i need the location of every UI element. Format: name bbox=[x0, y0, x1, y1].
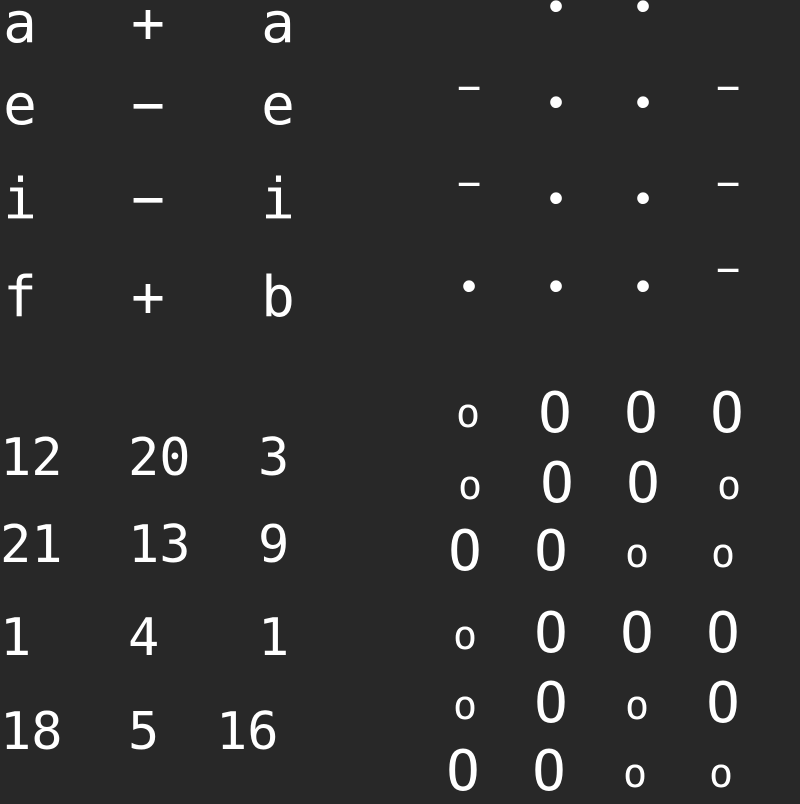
circle-cell: o bbox=[455, 391, 481, 437]
circle-cell: o bbox=[710, 531, 736, 577]
circle-cell: O bbox=[534, 519, 568, 584]
number-cell: 20 bbox=[128, 428, 191, 488]
letter-cell: e bbox=[3, 73, 37, 138]
circle-cell: o bbox=[622, 751, 648, 797]
number-cell: 4 bbox=[128, 608, 160, 668]
circle-cell: o bbox=[716, 463, 742, 509]
symbol-cell: • bbox=[543, 177, 569, 223]
symbol-cell: − bbox=[715, 161, 741, 207]
symbol-cell: − bbox=[456, 161, 482, 207]
letter-cell: a bbox=[3, 0, 37, 56]
symbol-cell: • bbox=[630, 0, 656, 31]
operator-cell: − bbox=[131, 73, 165, 138]
number-cell: 5 bbox=[128, 702, 160, 762]
circle-cell: o bbox=[452, 683, 478, 729]
circle-cell: o bbox=[452, 613, 478, 659]
circle-cell: o bbox=[624, 531, 650, 577]
circle-cell: O bbox=[710, 381, 744, 446]
circle-cell: o bbox=[624, 683, 650, 729]
operator-cell: − bbox=[131, 167, 165, 232]
circle-cell: O bbox=[538, 381, 572, 446]
operator-cell: + bbox=[131, 0, 165, 56]
circle-cell: O bbox=[706, 601, 740, 666]
number-cell: 1 bbox=[0, 608, 32, 668]
symbol-cell: − bbox=[715, 65, 741, 111]
circle-cell: O bbox=[626, 451, 660, 516]
number-cell: 9 bbox=[258, 515, 290, 575]
symbol-cell: − bbox=[715, 247, 741, 293]
circle-cell: O bbox=[540, 451, 574, 516]
symbol-cell: • bbox=[543, 265, 569, 311]
symbol-cell: • bbox=[543, 0, 569, 31]
number-cell: 3 bbox=[258, 428, 290, 488]
operator-cell: + bbox=[131, 265, 165, 330]
circle-cell: O bbox=[446, 739, 480, 804]
circle-cell: O bbox=[534, 601, 568, 666]
symbol-cell: • bbox=[456, 265, 482, 311]
circle-cell: O bbox=[448, 519, 482, 584]
letter-cell: i bbox=[3, 167, 37, 232]
puzzle-canvas: a + a e − e i − i f + b • • − • • − − • … bbox=[0, 0, 800, 800]
symbol-cell: − bbox=[456, 65, 482, 111]
circle-cell: O bbox=[624, 381, 658, 446]
number-cell: 16 bbox=[216, 702, 279, 762]
circle-cell: O bbox=[534, 671, 568, 736]
letter-cell: b bbox=[261, 265, 295, 330]
letter-cell: a bbox=[261, 0, 295, 56]
symbol-cell: • bbox=[543, 81, 569, 127]
circle-cell: O bbox=[532, 739, 566, 804]
circle-cell: O bbox=[706, 671, 740, 736]
number-cell: 21 bbox=[0, 515, 63, 575]
letter-cell: e bbox=[261, 73, 295, 138]
circle-cell: o bbox=[708, 751, 734, 797]
number-cell: 12 bbox=[0, 428, 63, 488]
symbol-cell: • bbox=[630, 177, 656, 223]
symbol-cell: • bbox=[630, 81, 656, 127]
number-cell: 1 bbox=[258, 608, 290, 668]
circle-cell: o bbox=[457, 463, 483, 509]
number-cell: 13 bbox=[128, 515, 191, 575]
circle-cell: O bbox=[620, 601, 654, 666]
letter-cell: i bbox=[261, 167, 295, 232]
letter-cell: f bbox=[3, 265, 37, 330]
number-cell: 18 bbox=[0, 702, 63, 762]
symbol-cell: • bbox=[630, 265, 656, 311]
